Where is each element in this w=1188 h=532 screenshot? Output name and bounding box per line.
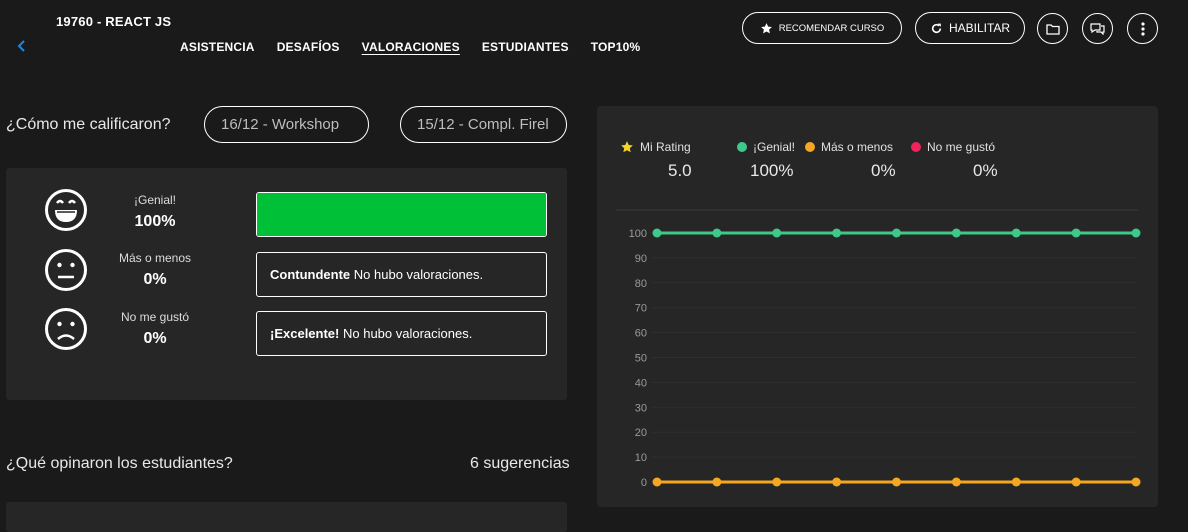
y-tick-label: 40 [635,377,647,389]
data-point[interactable] [1011,477,1021,487]
rating-pct-no-me-gusto: 0% [143,330,167,347]
more-vertical-icon [1140,21,1145,36]
rating-box-excelente: ¡Excelente! No hubo valoraciones. [256,311,547,356]
data-point[interactable] [1131,228,1141,238]
y-tick-label: 80 [635,278,647,290]
neutral-face-icon [45,249,87,291]
ratings-question: ¿Cómo me calificaron? [6,116,171,133]
rating-box-text: No hubo valoraciones. [339,326,473,341]
sad-face-icon [45,308,87,350]
rating-box-text: No hubo valoraciones. [350,267,484,282]
rating-box-contundente: Contundente No hubo valoraciones. [256,252,547,297]
chat-icon [1090,23,1105,35]
data-point[interactable] [951,228,961,238]
chevron-left-icon[interactable] [14,38,30,54]
data-point[interactable] [1071,477,1081,487]
enable-label: HABILITAR [948,21,1011,35]
data-point[interactable] [772,228,782,238]
rating-box-title: Contundente [270,267,351,282]
y-tick-label: 90 [635,253,647,265]
recommend-course-button[interactable]: RECOMENDAR CURSO [742,12,902,44]
y-tick-label: 70 [635,303,647,315]
data-point[interactable] [832,477,842,487]
course-nav: ASISTENCIA DESAFÍOS VALORACIONES ESTUDIA… [180,40,662,54]
rating-pct-mas-o-menos: 0% [143,271,167,288]
y-tick-label: 50 [635,353,647,365]
rating-box-title: ¡Excelente! [270,326,340,341]
session-chip-compl[interactable]: 15/12 - Compl. Firel [400,106,567,143]
tab-asistencia[interactable]: ASISTENCIA [180,40,255,54]
more-options-button[interactable] [1127,13,1158,44]
data-point[interactable] [892,477,901,487]
rating-label-genial: ¡Genial! [133,193,177,207]
folder-button[interactable] [1037,13,1068,44]
rating-pct-genial: 100% [134,213,176,230]
opinions-question: ¿Qué opinaron los estudiantes? [6,455,233,472]
data-point[interactable] [712,477,722,487]
y-tick-label: 60 [635,328,647,340]
tab-top10[interactable]: TOP10% [591,40,641,54]
data-point[interactable] [652,228,662,238]
y-tick-label: 20 [635,427,647,439]
line-chart: 0 10 20 30 40 50 60 70 80 90 100 [616,209,1141,489]
y-tick-label: 30 [635,402,647,414]
data-point[interactable] [832,228,842,238]
refresh-icon [931,23,942,33]
recommend-course-label: RECOMENDAR CURSO [778,22,885,34]
y-tick-label: 100 [629,228,647,240]
course-title: 19760 - REACT JS [56,14,172,29]
data-point[interactable] [1071,228,1081,238]
opinions-card [6,502,567,532]
tab-desafios[interactable]: DESAFÍOS [277,40,340,54]
tab-estudiantes[interactable]: ESTUDIANTES [482,40,569,54]
rating-bar-genial [256,192,547,237]
y-tick-label: 0 [641,477,647,489]
data-point[interactable] [772,477,782,487]
data-point[interactable] [712,228,722,238]
rating-label-no-me-gusto: No me gustó [120,310,190,324]
rating-label-mas-o-menos: Más o menos [118,251,192,265]
chat-button[interactable] [1082,13,1113,44]
data-point[interactable] [951,477,961,487]
data-point[interactable] [892,228,901,238]
suggestions-count: 6 sugerencias [470,455,570,472]
rating-bar-fill-genial [257,193,546,236]
session-chip-workshop[interactable]: 16/12 - Workshop [204,106,369,143]
star-icon [760,22,772,33]
data-point[interactable] [1011,228,1021,238]
data-point[interactable] [652,477,662,487]
tab-valoraciones[interactable]: VALORACIONES [362,40,460,54]
folder-icon [1045,23,1060,35]
grin-face-icon [45,189,87,231]
y-tick-label: 10 [635,452,647,464]
enable-button[interactable]: HABILITAR [915,12,1025,44]
ratings-chart-card: Mi Rating 5.0 ¡Genial! 100% Más o menos … [597,106,1158,507]
data-point[interactable] [1131,477,1141,487]
ratings-card: ¡Genial! 100% Más o menos 0% Contundente… [6,168,567,400]
